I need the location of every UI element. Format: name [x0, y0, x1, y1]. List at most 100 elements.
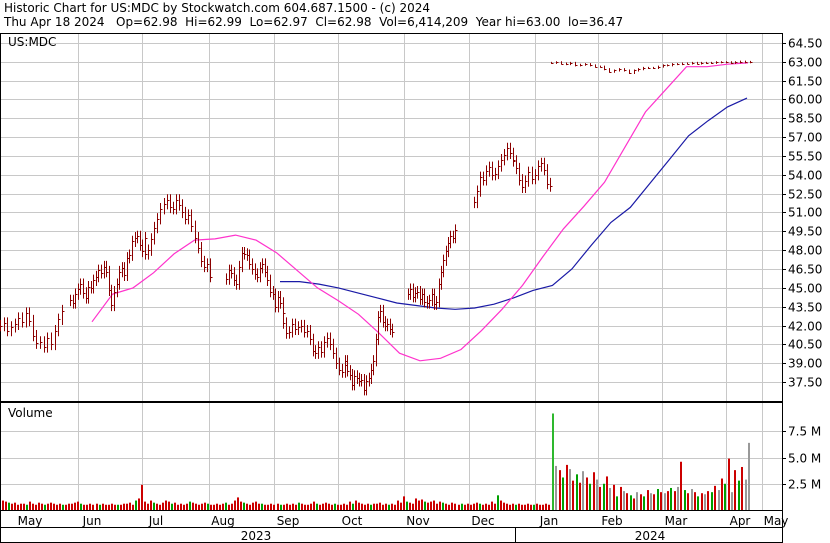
- volume-bar: [650, 493, 652, 510]
- volume-bar: [512, 503, 514, 510]
- volume-bar: [8, 502, 10, 510]
- volume-bar: [524, 504, 526, 510]
- volume-tick-label: 7.5 M: [788, 425, 821, 439]
- volume-bar: [485, 503, 487, 510]
- volume-bar: [586, 477, 588, 510]
- volume-bar: [555, 465, 557, 510]
- volume-bar: [92, 504, 94, 510]
- volume-bar: [126, 503, 128, 510]
- volume-bar: [427, 502, 429, 510]
- volume-bar: [530, 504, 532, 510]
- volume-bar: [5, 501, 7, 510]
- volume-bar: [361, 503, 363, 510]
- volume-bar: [153, 502, 155, 510]
- volume-bar: [132, 504, 134, 510]
- volume-bar: [292, 503, 294, 510]
- year-label: 2023: [241, 529, 272, 543]
- volume-bar: [421, 499, 423, 510]
- volume-bar: [343, 503, 345, 510]
- volume-bar: [65, 504, 67, 510]
- volume-bar: [319, 504, 321, 510]
- volume-bar: [310, 503, 312, 510]
- volume-bar: [509, 504, 511, 510]
- volume-bar: [255, 501, 257, 510]
- volume-bar: [379, 502, 381, 510]
- volume-bar: [572, 480, 574, 510]
- volume-bar: [745, 479, 747, 510]
- volume-bar: [71, 503, 73, 510]
- volume-bar: [77, 501, 79, 510]
- volume-bar: [497, 495, 499, 510]
- volume-bar: [123, 503, 125, 510]
- volume-bar: [552, 413, 554, 510]
- price-tick-label: 49.50: [788, 225, 822, 239]
- month-label: Jan: [539, 514, 559, 528]
- volume-bar: [117, 504, 119, 510]
- volume-bar: [99, 504, 101, 510]
- volume-bar: [120, 504, 122, 510]
- price-tick-label: 42.00: [788, 320, 822, 334]
- volume-bar: [114, 504, 116, 510]
- volume-bar: [150, 500, 152, 510]
- volume-bar: [406, 501, 408, 510]
- volume-bar: [177, 504, 179, 510]
- volume-bar: [623, 491, 625, 510]
- volume-bar: [44, 504, 46, 510]
- price-tick-label: 58.50: [788, 112, 822, 126]
- month-label: Mar: [665, 514, 688, 528]
- volume-bar: [539, 504, 541, 510]
- volume-bar: [415, 498, 417, 510]
- volume-bar: [168, 501, 170, 510]
- price-panel-frame: [0, 33, 783, 402]
- volume-bar: [694, 492, 696, 510]
- volume-bar: [439, 501, 441, 510]
- volume-bar: [500, 500, 502, 510]
- volume-bar: [653, 494, 655, 510]
- volume-bar: [704, 494, 706, 510]
- volume-bar: [14, 502, 16, 510]
- volume-bar: [448, 504, 450, 510]
- volume-bar: [394, 504, 396, 510]
- volume-bar: [470, 504, 472, 510]
- price-tick-label: 37.50: [788, 376, 822, 390]
- volume-bar: [482, 504, 484, 510]
- volume-bar: [674, 491, 676, 510]
- volume-bar: [210, 504, 212, 510]
- volume-bar: [418, 500, 420, 510]
- volume-bar: [273, 504, 275, 510]
- volume-bar: [691, 489, 693, 510]
- volume-bar: [464, 504, 466, 510]
- price-series: [0, 60, 753, 396]
- volume-bar: [23, 503, 25, 510]
- volume-bar: [231, 503, 233, 510]
- volume-bar: [201, 503, 203, 510]
- volume-bar: [355, 500, 357, 510]
- volume-bar: [451, 502, 453, 510]
- volume-bar: [249, 504, 251, 510]
- volume-bar: [731, 492, 733, 510]
- volume-bar: [264, 504, 266, 510]
- volume-bar: [630, 495, 632, 510]
- price-tick-label: 61.50: [788, 75, 822, 89]
- volume-bar: [409, 502, 411, 510]
- volume-bar: [295, 504, 297, 510]
- volume-bar: [596, 479, 598, 510]
- symbol-label: US:MDC: [8, 35, 56, 49]
- volume-bar: [80, 503, 82, 510]
- volume-bar: [159, 504, 161, 510]
- month-label: Oct: [342, 514, 363, 528]
- volume-bar: [286, 503, 288, 510]
- price-tick-label: 52.50: [788, 188, 822, 202]
- volume-bar: [74, 502, 76, 510]
- price-tick-label: 48.00: [788, 244, 822, 258]
- volume-bar: [243, 502, 245, 510]
- volume-bar: [633, 498, 635, 510]
- volume-bar: [11, 503, 13, 510]
- volume-bar: [267, 504, 269, 510]
- volume-bar: [331, 504, 333, 510]
- volume-bar: [41, 503, 43, 510]
- volume-bar: [569, 469, 571, 510]
- volume-bar: [616, 496, 618, 510]
- volume-bar: [328, 503, 330, 510]
- volume-bar: [527, 503, 529, 510]
